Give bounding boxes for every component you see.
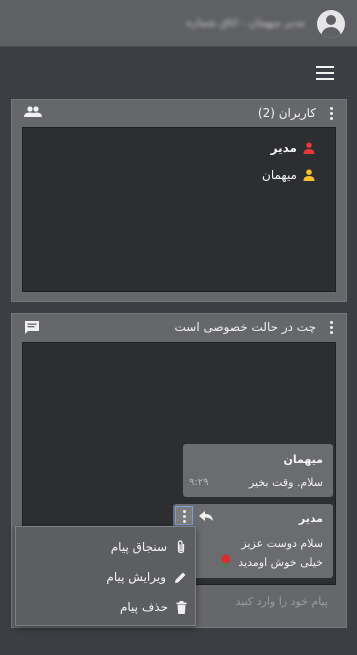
message-time: ۹:۲۹ [189, 477, 209, 488]
paperclip-icon [177, 540, 185, 554]
chat-panel-header: چت در حالت خصوصی است [12, 314, 346, 340]
menu-item-pin[interactable]: سنجاق پیام [111, 537, 187, 557]
users-panel-title: کاربران (2) [257, 106, 316, 120]
menu-item-delete[interactable]: حذف پیام [120, 597, 187, 617]
menu-item-label: ویرایش پیام [106, 570, 166, 584]
message-options-button[interactable] [175, 506, 193, 525]
reply-icon[interactable] [199, 511, 213, 522]
message-sender: میهمان [283, 453, 323, 466]
menu-item-edit[interactable]: ویرایش پیام [106, 567, 187, 587]
rose-emoji-icon [221, 554, 231, 568]
message-input[interactable]: پیام خود را وارد کنید [196, 589, 336, 615]
top-bar: مدیر میهمان - اتاق شماره [0, 0, 357, 47]
message-text-line2: خیلی خوش اومدید [238, 556, 323, 569]
guest-user-icon [303, 169, 315, 181]
menu-icon[interactable] [316, 66, 334, 80]
user-name: مدیر [270, 141, 297, 155]
message-text: سلام. وقت بخیر [248, 476, 323, 489]
menu-item-label: سنجاق پیام [110, 540, 167, 554]
chat-icon [25, 321, 39, 334]
menu-item-label: حذف پیام [119, 600, 168, 614]
user-item-guest[interactable]: میهمان [262, 168, 315, 182]
message-text-line1: سلام دوست عزیز [241, 537, 323, 550]
users-panel-options-icon[interactable] [329, 107, 333, 121]
users-panel-header: کاربران (2) [12, 100, 346, 126]
chat-panel-options-icon[interactable] [329, 321, 333, 335]
user-name: میهمان [262, 168, 297, 182]
users-list: مدیر میهمان [22, 127, 336, 292]
message-admin[interactable]: مدیر سلام دوست عزیز خیلی خوش اومدید [173, 504, 333, 578]
room-title: مدیر میهمان - اتاق شماره [186, 16, 305, 29]
trash-icon [176, 600, 187, 614]
message-guest[interactable]: میهمان سلام. وقت بخیر ۹:۲۹ [183, 444, 333, 497]
message-sender: مدیر [298, 512, 323, 525]
user-item-admin[interactable]: مدیر [271, 141, 315, 155]
admin-user-icon [303, 142, 315, 154]
message-options-icon [182, 510, 186, 524]
users-panel: کاربران (2) مدیر میهمان [11, 99, 347, 302]
user-avatar-icon[interactable] [317, 10, 345, 38]
pencil-icon [175, 572, 186, 583]
message-context-menu: سنجاق پیام ویرایش پیام حذف پیام [15, 526, 196, 626]
chat-panel-title: چت در حالت خصوصی است [174, 320, 317, 334]
people-icon [24, 106, 42, 117]
